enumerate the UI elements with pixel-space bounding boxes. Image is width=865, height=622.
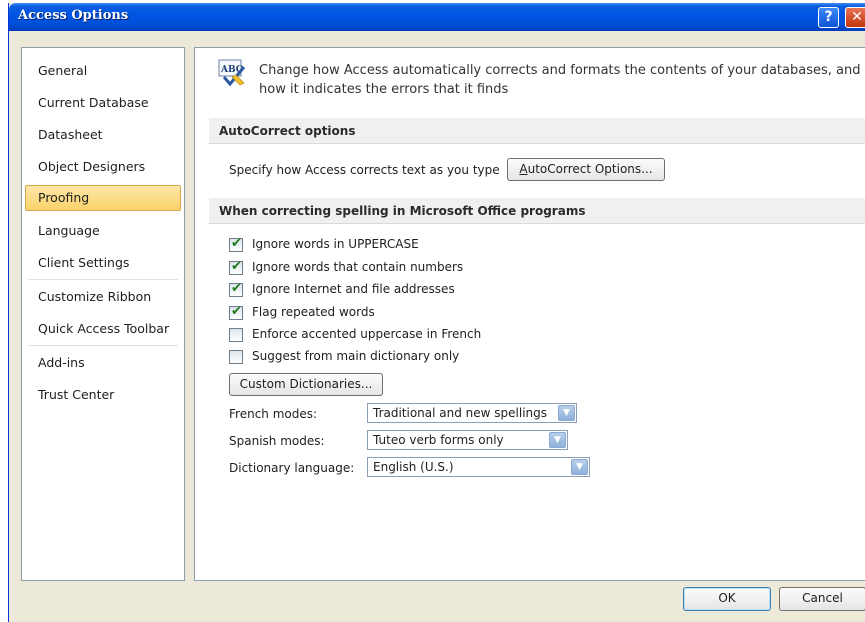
check-mark-icon: ✔ (231, 304, 242, 319)
sidebar-divider (28, 345, 178, 346)
sidebar-divider (28, 279, 178, 280)
spanish-modes-select[interactable]: Tuteo verb forms only ▼ (367, 430, 568, 450)
suggest-main-dictionary-checkbox[interactable] (229, 350, 243, 364)
enforce-accented-uppercase-label: Enforce accented uppercase in French (252, 327, 482, 341)
spanish-modes-value: Tuteo verb forms only (373, 433, 504, 447)
window-title: Access Options (18, 8, 129, 23)
custom-dictionaries-button[interactable]: Custom Dictionaries... (229, 373, 383, 396)
check-mark-icon: ✔ (231, 259, 242, 274)
enforce-accented-uppercase-checkbox[interactable] (229, 328, 243, 342)
autocorrect-options-button[interactable]: AutoCorrect Options... (507, 158, 665, 181)
help-button[interactable]: ? (818, 7, 839, 28)
french-modes-value: Traditional and new spellings (373, 406, 548, 420)
autocorrect-options-button-label: utoCorrect Options... (527, 162, 653, 176)
chevron-down-icon[interactable]: ▼ (571, 459, 588, 475)
sidebar-item-language[interactable]: Language (25, 218, 181, 244)
title-bar[interactable]: Access Options ? ✕ (9, 3, 865, 31)
french-modes-select[interactable]: Traditional and new spellings ▼ (367, 403, 577, 423)
sidebar-item-current-database[interactable]: Current Database (25, 90, 181, 116)
ok-button[interactable]: OK (683, 587, 771, 611)
ignore-numbers-checkbox[interactable]: ✔ (229, 259, 243, 275)
sidebar-item-object-designers[interactable]: Object Designers (25, 154, 181, 180)
sidebar-item-general[interactable]: General (25, 58, 181, 84)
cancel-button[interactable]: Cancel (779, 587, 865, 611)
flag-repeated-words-checkbox[interactable]: ✔ (229, 304, 243, 320)
sidebar-item-proofing[interactable]: Proofing (25, 185, 181, 211)
sidebar-item-add-ins[interactable]: Add-ins (25, 350, 181, 376)
spanish-modes-label: Spanish modes: (229, 434, 325, 448)
chevron-down-icon[interactable]: ▼ (558, 405, 575, 421)
autocorrect-description: Specify how Access corrects text as you … (229, 163, 500, 177)
spelling-section-header: When correcting spelling in Microsoft Of… (209, 198, 865, 224)
autocorrect-options-access-key: A (519, 162, 528, 176)
ignore-uppercase-checkbox[interactable]: ✔ (229, 236, 243, 252)
sidebar-item-customize-ribbon[interactable]: Customize Ribbon (25, 284, 181, 310)
page-description: Change how Access automatically corrects… (259, 63, 861, 97)
close-button[interactable]: ✕ (845, 7, 865, 28)
suggest-main-dictionary-label: Suggest from main dictionary only (252, 349, 460, 363)
ignore-internet-addresses-label: Ignore Internet and file addresses (252, 282, 455, 296)
sidebar-item-trust-center[interactable]: Trust Center (25, 382, 181, 408)
access-options-dialog: Access Options ? ✕ General Current Datab… (8, 3, 865, 622)
dictionary-language-value: English (U.S.) (373, 460, 454, 474)
check-mark-icon: ✔ (231, 281, 242, 296)
abc-proofing-icon: ABC (218, 59, 246, 87)
category-sidebar: General Current Database Datasheet Objec… (21, 47, 185, 581)
sidebar-item-datasheet[interactable]: Datasheet (25, 122, 181, 148)
autocorrect-section-header: AutoCorrect options (209, 118, 865, 144)
proofing-content-pane: ABC Change how Access automatically corr… (194, 47, 865, 581)
check-mark-icon: ✔ (231, 236, 242, 251)
chevron-down-icon[interactable]: ▼ (549, 432, 566, 448)
ignore-internet-addresses-checkbox[interactable]: ✔ (229, 281, 243, 297)
sidebar-item-client-settings[interactable]: Client Settings (25, 250, 181, 276)
sidebar-item-quick-access-toolbar[interactable]: Quick Access Toolbar (25, 316, 181, 342)
dictionary-language-label: Dictionary language: (229, 461, 355, 475)
french-modes-label: French modes: (229, 407, 318, 421)
ignore-uppercase-label: Ignore words in UPPERCASE (252, 237, 419, 251)
dictionary-language-select[interactable]: English (U.S.) ▼ (367, 457, 590, 477)
ignore-numbers-label: Ignore words that contain numbers (252, 260, 464, 274)
flag-repeated-words-label: Flag repeated words (252, 305, 375, 319)
